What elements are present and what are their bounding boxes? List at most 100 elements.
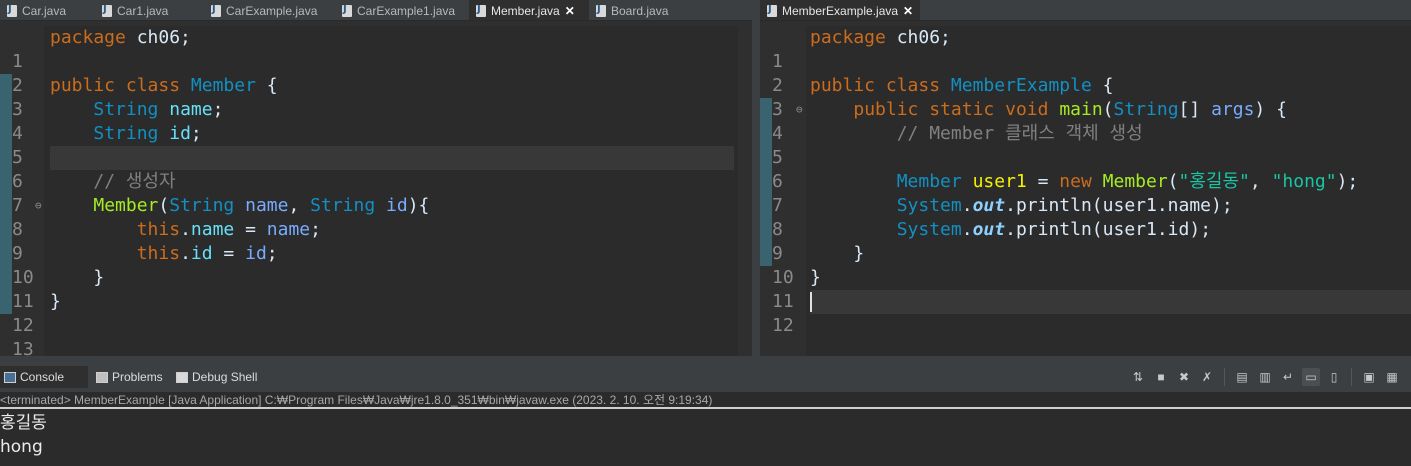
tab-memberexample-java[interactable]: MemberExample.java ✕ bbox=[760, 0, 920, 20]
code-area[interactable]: 1 package ch06; 2 3 public class MemberE… bbox=[760, 26, 1411, 356]
code-line: 11 } bbox=[0, 266, 752, 312]
static-field-token: out bbox=[972, 219, 1006, 240]
stop-icon[interactable]: ■ bbox=[1152, 368, 1170, 386]
tab-carexample-java[interactable]: CarExample.java bbox=[204, 0, 335, 20]
tab-label: Board.java bbox=[611, 3, 669, 18]
text-token: . bbox=[180, 219, 191, 240]
text-token: . bbox=[180, 243, 191, 264]
text-token: } bbox=[810, 267, 821, 288]
keyword-token: class bbox=[885, 75, 941, 96]
code-line: 3 public class Member { bbox=[0, 74, 752, 120]
text-token: ; bbox=[310, 219, 321, 240]
console-status-line: <terminated> MemberExample [Java Applica… bbox=[0, 392, 1411, 409]
field-token: name bbox=[169, 99, 213, 120]
tab-label: Debug Shell bbox=[192, 370, 258, 384]
keyword-token: public bbox=[853, 99, 919, 120]
collapse-fold-icon[interactable]: ⊖ bbox=[796, 98, 803, 122]
pin-console-icon[interactable]: ▣ bbox=[1360, 368, 1378, 386]
scroll-lock-icon[interactable]: ▥ bbox=[1256, 368, 1274, 386]
close-icon[interactable]: ✕ bbox=[565, 4, 575, 18]
keyword-token: new bbox=[1059, 171, 1092, 192]
current-code-line: 6 bbox=[0, 146, 752, 192]
code-line: 7 // 생성자 bbox=[0, 170, 752, 216]
field-token: id bbox=[190, 243, 213, 264]
text-token: . bbox=[961, 219, 973, 240]
text-token: { bbox=[255, 75, 278, 96]
code-line: 5 // Member 클래스 객체 생성 bbox=[760, 122, 1411, 168]
tab-label: MemberExample.java bbox=[782, 3, 899, 18]
tab-label: Car1.java bbox=[117, 3, 169, 18]
method-call-token: println bbox=[1015, 219, 1092, 240]
string-token: "hong" bbox=[1271, 171, 1337, 192]
type-token: String bbox=[169, 195, 235, 216]
text-token: ( bbox=[158, 195, 170, 216]
code-line: 10 this.id = id; bbox=[0, 242, 752, 288]
show-stderr-icon[interactable]: ▯ bbox=[1325, 368, 1343, 386]
code-line: 4 String name; bbox=[0, 98, 752, 144]
class-name-token: Member bbox=[190, 75, 256, 96]
var-token: user1 bbox=[1102, 195, 1157, 216]
code-line: 9 this.name = name; bbox=[0, 218, 752, 264]
code-line: 13 bbox=[0, 314, 752, 356]
code-line: 12 } bbox=[0, 290, 752, 336]
keyword-token: public bbox=[810, 75, 876, 96]
tab-debug-shell[interactable]: Debug Shell bbox=[172, 366, 264, 388]
text-token: } bbox=[93, 267, 105, 288]
constructor-token: Member bbox=[1102, 171, 1168, 192]
debug-shell-icon bbox=[176, 371, 188, 383]
param-token: id bbox=[245, 243, 267, 264]
keyword-token: public bbox=[50, 75, 116, 96]
method-call-token: println bbox=[1015, 195, 1092, 216]
method-token: main bbox=[1059, 99, 1103, 120]
text-token: , bbox=[1249, 171, 1272, 192]
text-token: = bbox=[212, 243, 246, 264]
right-editor-tabbar: MemberExample.java ✕ bbox=[760, 0, 1411, 21]
word-wrap-icon[interactable]: ↵ bbox=[1279, 368, 1297, 386]
tab-car-java[interactable]: Car.java bbox=[0, 0, 95, 20]
tab-problems[interactable]: Problems bbox=[92, 366, 170, 388]
keyword-token: void bbox=[1005, 99, 1049, 120]
code-line: 2 bbox=[0, 50, 752, 96]
string-token: "홍길동" bbox=[1178, 171, 1250, 192]
text-token: . bbox=[961, 195, 973, 216]
sync-icon[interactable]: ⇅ bbox=[1129, 368, 1147, 386]
text-token: ; bbox=[266, 243, 278, 264]
code-area[interactable]: 1 package ch06; 2 3 public class Member … bbox=[0, 26, 752, 356]
text-token: . bbox=[1005, 219, 1016, 240]
tab-member-java[interactable]: Member.java ✕ bbox=[469, 0, 589, 20]
code-line: 7 Member user1 = new Member("홍길동", "hong… bbox=[760, 170, 1411, 216]
editor-split-sash[interactable] bbox=[752, 0, 760, 356]
static-field-token: out bbox=[972, 195, 1006, 216]
collapse-fold-icon[interactable]: ⊖ bbox=[35, 194, 42, 218]
text-token: . bbox=[1005, 195, 1016, 216]
type-token: String bbox=[93, 99, 159, 120]
new-console-icon[interactable]: ▦ bbox=[1383, 368, 1401, 386]
tab-carexample1-java[interactable]: CarExample1.java bbox=[335, 0, 469, 20]
close-icon[interactable]: ✕ bbox=[903, 4, 913, 18]
tab-label: CarExample1.java bbox=[357, 3, 456, 18]
tab-console[interactable]: Console bbox=[0, 366, 88, 388]
type-token: String bbox=[1113, 99, 1179, 120]
constructor-token: Member bbox=[93, 195, 159, 216]
field-token: id bbox=[169, 123, 191, 144]
show-stdout-icon[interactable]: ▭ bbox=[1302, 368, 1320, 386]
tab-car1-java[interactable]: Car1.java bbox=[95, 0, 204, 20]
tab-board-java[interactable]: Board.java bbox=[589, 0, 699, 20]
console-output[interactable]: 홍길동 hong bbox=[0, 411, 1411, 459]
tab-label: Car.java bbox=[22, 3, 67, 18]
remove-all-icon[interactable]: ✗ bbox=[1198, 368, 1216, 386]
remove-icon[interactable]: ✖ bbox=[1175, 368, 1193, 386]
java-file-icon bbox=[342, 4, 352, 17]
clear-console-icon[interactable]: ▤ bbox=[1233, 368, 1251, 386]
field-token: id bbox=[1167, 219, 1190, 240]
text-token: ( bbox=[1102, 99, 1114, 120]
memberexample-java-editor[interactable]: MemberExample.java ✕ 1 package ch06; 2 3… bbox=[760, 0, 1411, 356]
param-token: args bbox=[1211, 99, 1255, 120]
keyword-token: this bbox=[136, 219, 181, 240]
java-file-icon bbox=[102, 4, 112, 17]
code-line: 8 ⊖ Member(String name, String id){ bbox=[0, 194, 752, 240]
left-vertical-scrollbar[interactable] bbox=[738, 26, 752, 356]
text-token: } bbox=[50, 291, 61, 312]
text-token: [] bbox=[1178, 99, 1212, 120]
member-java-editor[interactable]: Car.java Car1.java CarExample.java CarEx… bbox=[0, 0, 752, 356]
